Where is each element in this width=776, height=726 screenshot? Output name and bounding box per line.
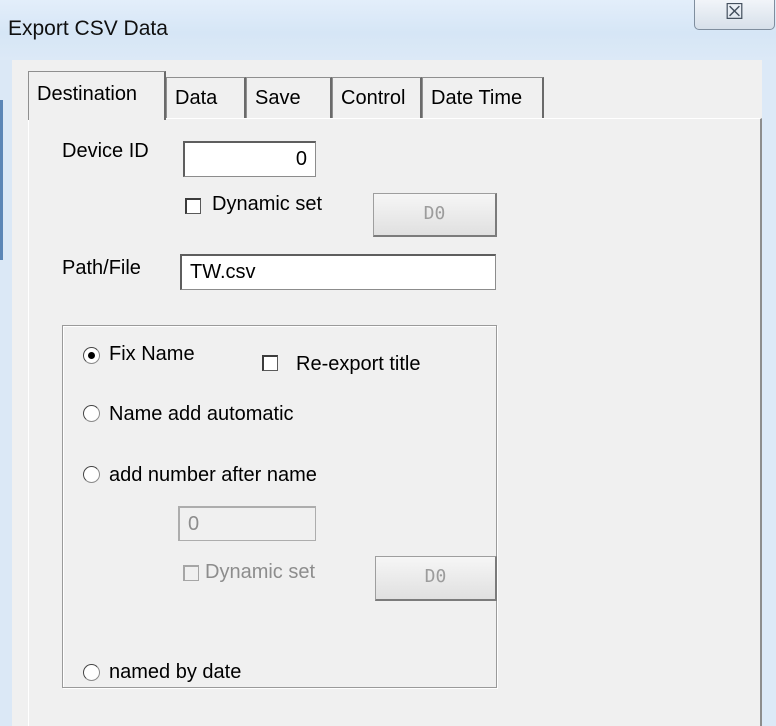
tab-label: Destination	[37, 83, 138, 105]
window-title: Export CSV Data	[8, 17, 168, 40]
tab-save[interactable]: Save	[246, 77, 332, 119]
tab-label: Control	[341, 87, 406, 109]
window-frame-right	[762, 60, 776, 726]
close-button[interactable]: ☒	[694, 0, 775, 30]
tab-label: Save	[255, 87, 301, 109]
tab-label: Data	[175, 87, 218, 109]
close-icon: ☒	[724, 0, 745, 24]
tab-control[interactable]: Control	[332, 77, 422, 119]
title-bar: Export CSV Data	[0, 0, 776, 60]
tab-data[interactable]: Data	[166, 77, 246, 119]
window-frame-accent	[0, 100, 3, 260]
tab-panel-destination	[28, 118, 762, 726]
tab-destination[interactable]: Destination	[28, 71, 166, 120]
tab-date-time[interactable]: Date Time	[422, 77, 544, 119]
tab-label: Date Time	[431, 87, 523, 109]
